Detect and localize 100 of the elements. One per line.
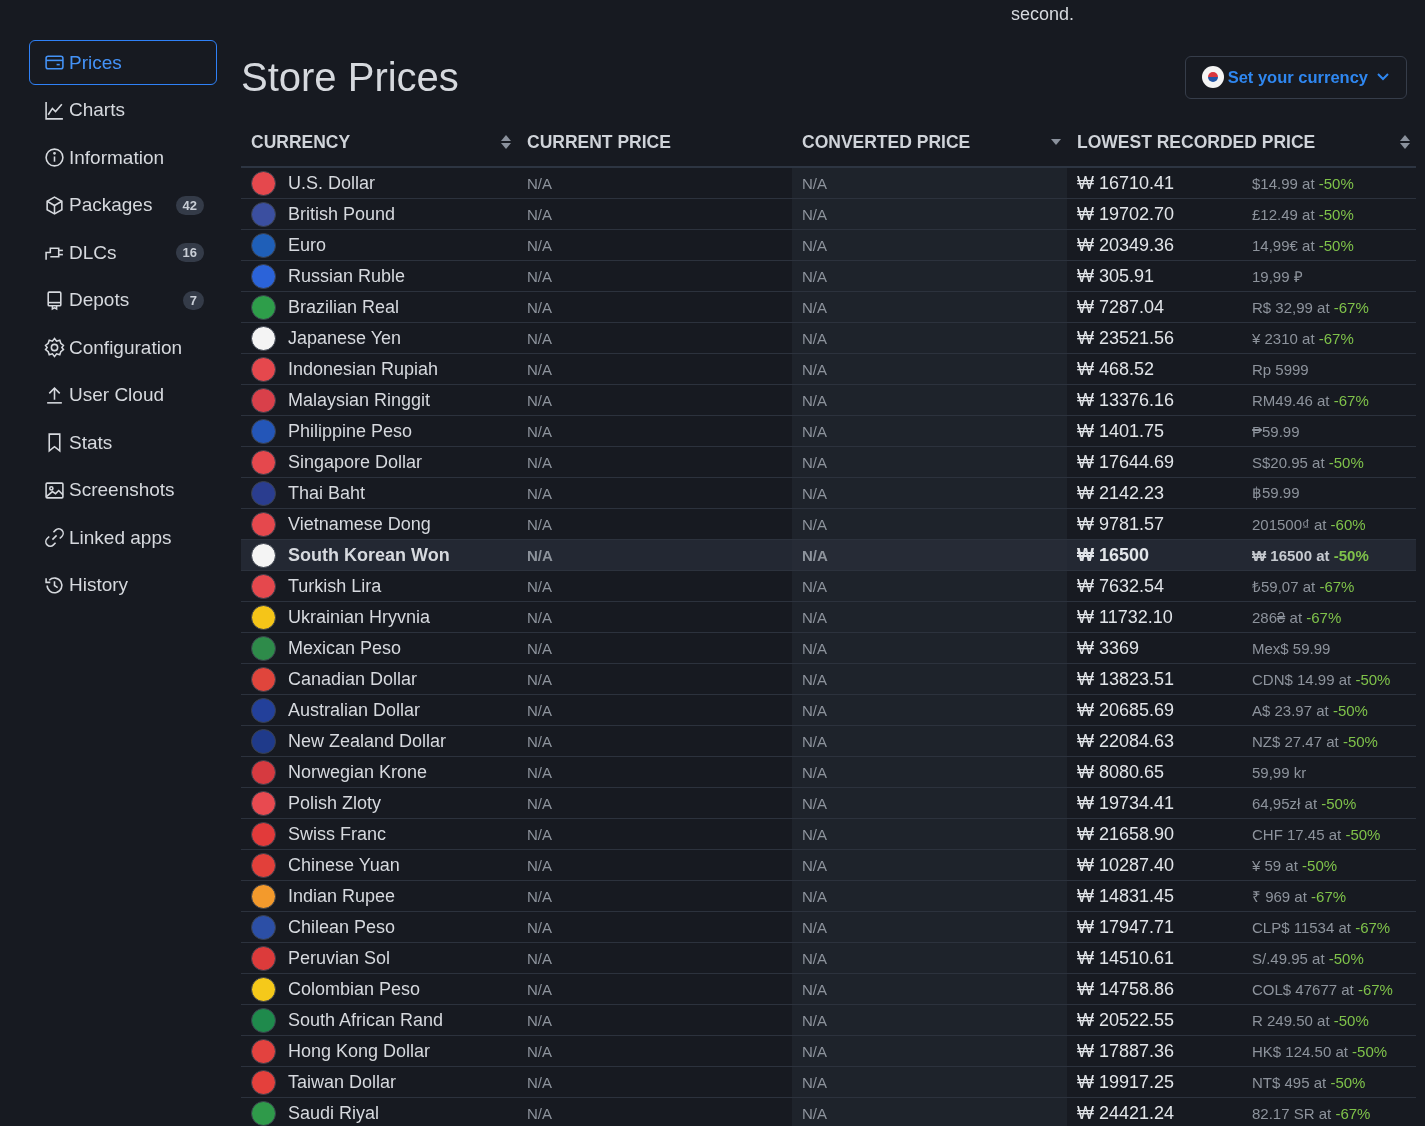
converted-price: N/A	[792, 850, 1067, 880]
table-row[interactable]: U.S. Dollar N/A N/A ₩ 16710.41 $14.99 at -50%	[241, 168, 1416, 199]
sidebar-item[interactable]: History	[29, 562, 217, 608]
page-title: Store Prices	[241, 54, 459, 100]
sidebar-item[interactable]: User Cloud	[29, 372, 217, 418]
lowest-price: ₩ 2142.23	[1077, 482, 1166, 504]
currency-name: Euro	[288, 234, 327, 256]
table-row[interactable]: Saudi Riyal N/A N/A ₩ 24421.24 82.17 SR at -67%	[241, 1098, 1416, 1126]
lowest-price: ₩ 305.91	[1077, 265, 1156, 287]
current-price: N/A	[526, 390, 553, 411]
table-row[interactable]: Brazilian Real N/A N/A ₩ 7287.04 R$ 32,99 at -67%	[241, 292, 1416, 323]
sidebar-item[interactable]: Configuration	[29, 325, 217, 370]
currency-name: Philippine Peso	[288, 420, 413, 442]
table-row[interactable]: Taiwan Dollar N/A N/A ₩ 19917.25 NT$ 495 at -50%	[241, 1067, 1416, 1098]
current-price: N/A	[526, 700, 553, 721]
converted-price: N/A	[792, 695, 1067, 725]
lowest-price: ₩ 7632.54	[1077, 575, 1166, 597]
sidebar-item[interactable]: Screenshots	[29, 467, 217, 513]
table-row[interactable]: Chinese Yuan N/A N/A ₩ 10287.40 ¥ 59 at -50%	[241, 850, 1416, 881]
converted-price: N/A	[792, 602, 1067, 632]
sidebar-item[interactable]: Packages 42	[29, 182, 217, 228]
table-row[interactable]: Mexican Peso N/A N/A ₩ 3369 Mex$ 59.99	[241, 633, 1416, 664]
local-price: ¥ 2310 at -67%	[1252, 329, 1355, 347]
table-row[interactable]: Turkish Lira N/A N/A ₩ 7632.54 ₺59,07 at -67%	[241, 571, 1416, 602]
converted-price: N/A	[792, 385, 1067, 415]
local-price: R$ 32,99 at -67%	[1252, 298, 1370, 316]
sidebar-item[interactable]: Prices	[29, 40, 217, 85]
current-price: N/A	[526, 762, 553, 783]
table-row[interactable]: Hong Kong Dollar N/A N/A ₩ 17887.36 HK$ 124.50 at -50%	[241, 1036, 1416, 1067]
table-row[interactable]: British Pound N/A N/A ₩ 19702.70 £12.49 at -50%	[241, 199, 1416, 230]
table-row[interactable]: Australian Dollar N/A N/A ₩ 20685.69 A$ 23.97 at -50%	[241, 695, 1416, 726]
lowest-price: ₩ 14758.86	[1077, 978, 1176, 1000]
local-price: ₹ 969 at -67%	[1252, 887, 1348, 906]
lowest-price: ₩ 14510.61	[1077, 947, 1176, 969]
table-row[interactable]: Chilean Peso N/A N/A ₩ 17947.71 CLP$ 11534 at -67%	[241, 912, 1416, 943]
local-price: CDN$ 14.99 at -50%	[1252, 670, 1392, 688]
current-price: N/A	[526, 297, 553, 318]
link-icon	[44, 527, 65, 548]
current-price: N/A	[526, 421, 553, 442]
lowest-price: ₩ 17947.71	[1077, 916, 1176, 938]
table-row[interactable]: Malaysian Ringgit N/A N/A ₩ 13376.16 RM49.46 at -67%	[241, 385, 1416, 416]
table-row[interactable]: Euro N/A N/A ₩ 20349.36 14,99€ at -50%	[241, 230, 1416, 261]
converted-price: N/A	[792, 757, 1067, 787]
current-price: N/A	[526, 731, 553, 752]
sidebar-item[interactable]: Information	[29, 135, 217, 180]
sidebar-item[interactable]: Depots 7	[29, 277, 217, 323]
current-price: N/A	[526, 669, 553, 690]
currency-name: Indian Rupee	[288, 885, 396, 907]
table-row[interactable]: South African Rand N/A N/A ₩ 20522.55 R 249.50 at -50%	[241, 1005, 1416, 1036]
currency-name: Polish Zloty	[288, 792, 382, 814]
flag-icon	[1201, 66, 1224, 88]
table-row[interactable]: Swiss Franc N/A N/A ₩ 21658.90 CHF 17.45 at -50%	[241, 819, 1416, 850]
table-row[interactable]: Canadian Dollar N/A N/A ₩ 13823.51 CDN$ 14.99 at -50%	[241, 664, 1416, 695]
local-price: 64,95zł at -50%	[1252, 794, 1358, 812]
sidebar-item[interactable]: Linked apps	[29, 515, 217, 560]
table-row[interactable]: Russian Ruble N/A N/A ₩ 305.91 19,99 ₽	[241, 261, 1416, 292]
current-price: N/A	[526, 979, 553, 1000]
table-row[interactable]: Polish Zloty N/A N/A ₩ 19734.41 64,95zł at -50%	[241, 788, 1416, 819]
lowest-price: ₩ 10287.40	[1077, 854, 1176, 876]
table-row[interactable]: Singapore Dollar N/A N/A ₩ 17644.69 S$20.95 at -50%	[241, 447, 1416, 478]
table-row[interactable]: Indonesian Rupiah N/A N/A ₩ 468.52 Rp 5999	[241, 354, 1416, 385]
lowest-price: ₩ 14831.45	[1077, 885, 1176, 907]
local-price: ฿59.99	[1252, 484, 1301, 502]
column-header[interactable]: LOWEST RECORDED PRICE	[1067, 118, 1416, 166]
table-row[interactable]: Philippine Peso N/A N/A ₩ 1401.75 ₱59.99	[241, 416, 1416, 447]
local-price: NZ$ 27.47 at -50%	[1252, 732, 1379, 750]
lowest-price: ₩ 11732.10	[1077, 606, 1174, 628]
upload-icon	[44, 384, 65, 406]
lowest-price: ₩ 13376.16	[1077, 389, 1176, 411]
lowest-price: ₩ 20349.36	[1077, 234, 1176, 256]
current-price: N/A	[526, 204, 553, 225]
currency-name: Peruvian Sol	[288, 947, 391, 969]
lowest-price: ₩ 23521.56	[1077, 327, 1176, 349]
converted-price: N/A	[792, 323, 1067, 353]
lowest-price: ₩ 24421.24	[1077, 1102, 1176, 1124]
column-header[interactable]: CURRENT PRICE	[517, 118, 792, 166]
table-row[interactable]: Japanese Yen N/A N/A ₩ 23521.56 ¥ 2310 at -67%	[241, 323, 1416, 354]
local-price: 286₴ at -67%	[1252, 608, 1343, 626]
sidebar-item[interactable]: Charts	[29, 87, 217, 133]
sidebar-item[interactable]: Stats	[29, 420, 217, 465]
currency-name: Australian Dollar	[288, 699, 421, 721]
table-row[interactable]: Norwegian Krone N/A N/A ₩ 8080.65 59,99 kr	[241, 757, 1416, 788]
currency-button[interactable]: Set your currency	[1184, 55, 1407, 99]
currency-name: South Korean Won	[288, 544, 450, 566]
table-row[interactable]: South Korean Won N/A N/A ₩ 16500 ₩ 16500 at -50%	[241, 540, 1416, 571]
table-row[interactable]: Peruvian Sol N/A N/A ₩ 14510.61 S/.49.95 at -50%	[241, 943, 1416, 974]
table-row[interactable]: Ukrainian Hryvnia N/A N/A ₩ 11732.10 286₴ at -67%	[241, 602, 1416, 633]
wallet-icon	[44, 52, 65, 73]
currency-name: Colombian Peso	[288, 978, 421, 1000]
sidebar-item[interactable]: DLCs 16	[29, 230, 217, 275]
table-row[interactable]: Indian Rupee N/A N/A ₩ 14831.45 ₹ 969 at -67%	[241, 881, 1416, 912]
table-row[interactable]: Colombian Peso N/A N/A ₩ 14758.86 COL$ 47677 at -67%	[241, 974, 1416, 1005]
column-header[interactable]: CONVERTED PRICE	[792, 118, 1067, 166]
table-row[interactable]: New Zealand Dollar N/A N/A ₩ 22084.63 NZ$ 27.47 at -50%	[241, 726, 1416, 757]
currency-name: U.S. Dollar	[288, 172, 376, 194]
table-row[interactable]: Thai Baht N/A N/A ₩ 2142.23 ฿59.99	[241, 478, 1416, 509]
local-price: ₱59.99	[1252, 422, 1301, 440]
lowest-price: ₩ 8080.65	[1077, 761, 1166, 783]
column-header[interactable]: CURRENCY	[241, 118, 517, 166]
current-price: N/A	[526, 483, 553, 504]
